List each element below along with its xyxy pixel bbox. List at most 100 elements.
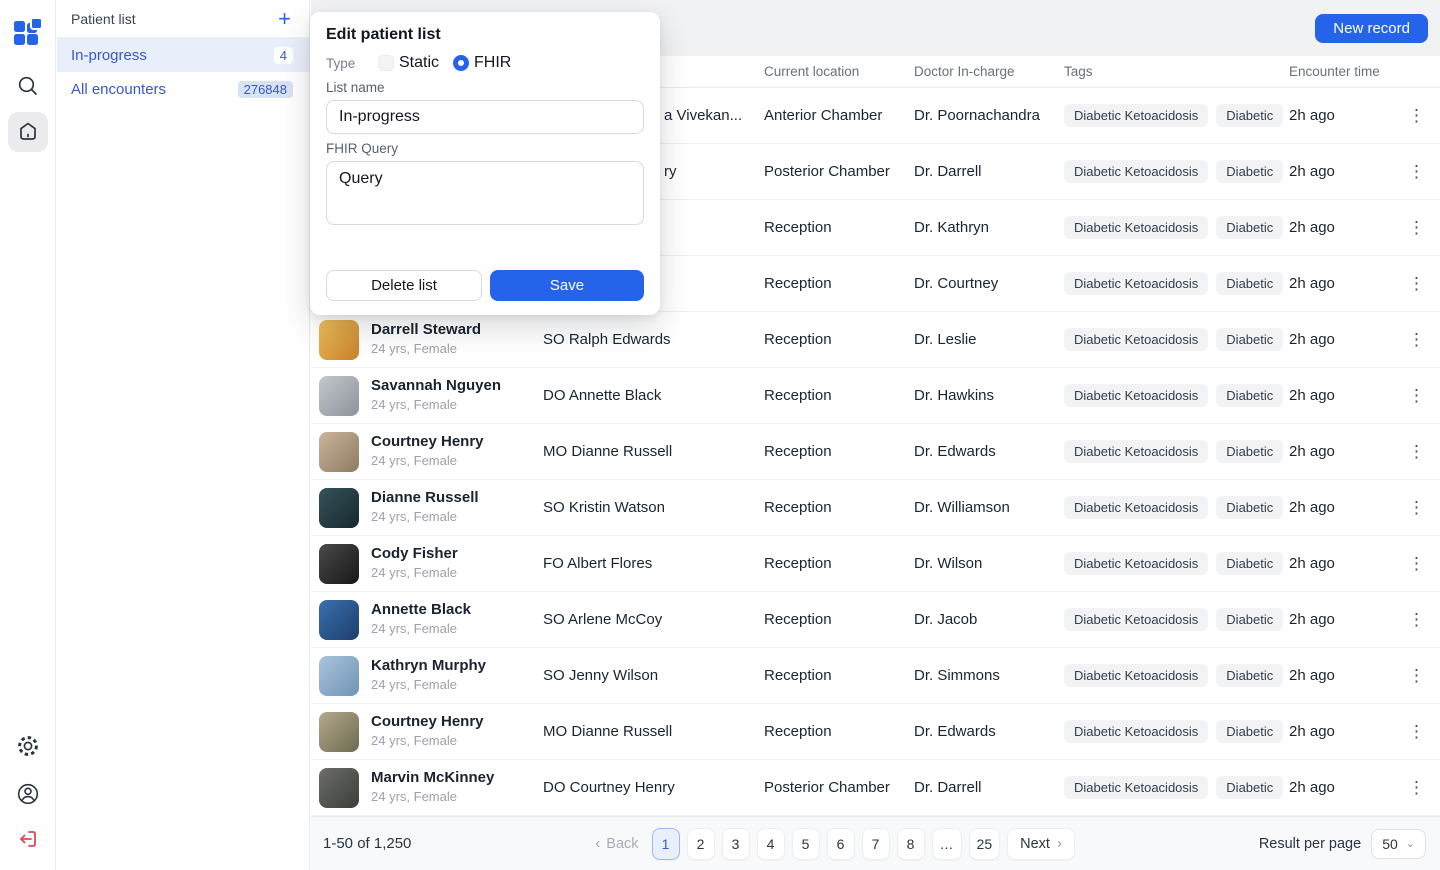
page-size-value: 50	[1382, 836, 1398, 852]
delete-list-button[interactable]: Delete list	[326, 270, 482, 301]
patient-avatar	[319, 656, 359, 696]
patient-list-panel: Patient list + In-progress 4 All encount…	[57, 0, 310, 870]
encounter-cell: SO Ralph Edwards	[543, 331, 764, 348]
new-record-button[interactable]: New record	[1315, 14, 1428, 43]
fhir-radio-option[interactable]: FHIR	[453, 54, 511, 72]
table-row[interactable]: Darrell Steward 24 yrs, Female SO Ralph …	[311, 312, 1440, 368]
settings-gear-icon[interactable]	[8, 726, 48, 766]
tag-chip: Diabetic Ketoacidosis	[1064, 552, 1208, 575]
current-location-cell: Reception	[764, 219, 914, 236]
home-icon[interactable]	[8, 112, 48, 152]
row-kebab-menu-icon[interactable]: ⋮	[1405, 163, 1428, 180]
row-kebab-menu-icon[interactable]: ⋮	[1405, 443, 1428, 460]
row-kebab-menu-icon[interactable]: ⋮	[1405, 275, 1428, 292]
page-button[interactable]: 1	[652, 828, 680, 860]
patient-list-item[interactable]: All encounters 276848	[57, 72, 309, 106]
patient-avatar	[319, 320, 359, 360]
row-kebab-menu-icon[interactable]: ⋮	[1405, 219, 1428, 236]
radio-unchecked-icon[interactable]	[378, 55, 394, 71]
table-row[interactable]: Annette Black 24 yrs, Female SO Arlene M…	[311, 592, 1440, 648]
page-button[interactable]: 7	[862, 828, 890, 860]
patient-name: Darrell Steward	[371, 321, 481, 340]
page-button[interactable]: 3	[722, 828, 750, 860]
current-location-cell: Posterior Chamber	[764, 779, 914, 796]
encounter-time-cell: 2h ago	[1289, 499, 1405, 516]
patient-cell: Marvin McKinney 24 yrs, Female	[319, 768, 543, 808]
list-name-input[interactable]	[326, 100, 644, 134]
row-kebab-menu-icon[interactable]: ⋮	[1405, 667, 1428, 684]
row-kebab-menu-icon[interactable]: ⋮	[1405, 555, 1428, 572]
tags-cell: Diabetic KetoacidosisDiabetic	[1064, 608, 1289, 631]
next-button[interactable]: Next ›	[1007, 828, 1075, 860]
row-kebab-menu-icon[interactable]: ⋮	[1405, 331, 1428, 348]
row-kebab-menu-icon[interactable]: ⋮	[1405, 723, 1428, 740]
doctor-cell: Dr. Leslie	[914, 331, 1064, 348]
patient-identity: Annette Black 24 yrs, Female	[371, 601, 471, 638]
patient-name: Annette Black	[371, 601, 471, 620]
doctor-cell: Dr. Darrell	[914, 779, 1064, 796]
row-kebab-menu-icon[interactable]: ⋮	[1405, 387, 1428, 404]
page-button[interactable]: 8	[897, 828, 925, 860]
fhir-query-textarea[interactable]: Query	[326, 161, 644, 225]
app-logo-icon[interactable]	[10, 14, 46, 50]
patient-name: Courtney Henry	[371, 433, 484, 452]
page-button[interactable]: 2	[687, 828, 715, 860]
encounter-time-cell: 2h ago	[1289, 779, 1405, 796]
column-header-current-location: Current location	[764, 64, 914, 79]
row-kebab-menu-icon[interactable]: ⋮	[1405, 107, 1428, 124]
patient-cell: Cody Fisher 24 yrs, Female	[319, 544, 543, 584]
encounter-cell: FO Albert Flores	[543, 555, 764, 572]
current-location-cell: Reception	[764, 443, 914, 460]
table-row[interactable]: Dianne Russell 24 yrs, Female SO Kristin…	[311, 480, 1440, 536]
back-label: Back	[606, 836, 638, 852]
page-button[interactable]: 25	[969, 828, 1001, 860]
add-list-button[interactable]: +	[276, 8, 293, 30]
doctor-cell: Dr. Jacob	[914, 611, 1064, 628]
current-location-cell: Reception	[764, 387, 914, 404]
row-kebab-menu-icon[interactable]: ⋮	[1405, 779, 1428, 796]
table-row[interactable]: Courtney Henry 24 yrs, Female MO Dianne …	[311, 424, 1440, 480]
patient-list-item-label: In-progress	[71, 47, 147, 64]
row-kebab-menu-icon[interactable]: ⋮	[1405, 611, 1428, 628]
page-button[interactable]: 5	[792, 828, 820, 860]
tag-chip: Diabetic Ketoacidosis	[1064, 496, 1208, 519]
page-button[interactable]: 4	[757, 828, 785, 860]
search-icon[interactable]	[8, 66, 48, 106]
fhir-option-label: FHIR	[474, 54, 511, 72]
tag-chip: Diabetic	[1216, 104, 1283, 127]
patient-avatar	[319, 432, 359, 472]
logout-icon[interactable]	[8, 819, 48, 859]
static-radio-option[interactable]: Static	[378, 54, 439, 72]
profile-icon[interactable]	[8, 774, 48, 814]
table-row[interactable]: Kathryn Murphy 24 yrs, Female SO Jenny W…	[311, 648, 1440, 704]
tag-chip: Diabetic Ketoacidosis	[1064, 776, 1208, 799]
chevron-down-icon: ⌄	[1406, 837, 1415, 850]
patient-cell: Courtney Henry 24 yrs, Female	[319, 432, 543, 472]
save-button[interactable]: Save	[490, 270, 644, 301]
type-label: Type	[326, 56, 378, 71]
table-row[interactable]: Savannah Nguyen 24 yrs, Female DO Annett…	[311, 368, 1440, 424]
results-summary: 1-50 of 1,250	[323, 835, 411, 852]
patient-list-item[interactable]: In-progress 4	[57, 38, 309, 72]
page-button[interactable]: …	[932, 828, 962, 860]
doctor-cell: Dr. Poornachandra	[914, 107, 1064, 124]
back-button[interactable]: ‹ Back	[595, 835, 638, 852]
encounter-time-cell: 2h ago	[1289, 443, 1405, 460]
chevron-left-icon: ‹	[595, 835, 600, 852]
tag-chip: Diabetic Ketoacidosis	[1064, 608, 1208, 631]
radio-checked-icon[interactable]	[453, 55, 469, 71]
result-per-page-group: Result per page 50 ⌄	[1259, 829, 1426, 859]
edit-patient-list-modal: Edit patient list Type Static FHIR List …	[310, 12, 660, 315]
table-row[interactable]: Courtney Henry 24 yrs, Female MO Dianne …	[311, 704, 1440, 760]
table-row[interactable]: Marvin McKinney 24 yrs, Female DO Courtn…	[311, 760, 1440, 816]
doctor-cell: Dr. Wilson	[914, 555, 1064, 572]
tag-chip: Diabetic Ketoacidosis	[1064, 664, 1208, 687]
row-kebab-menu-icon[interactable]: ⋮	[1405, 499, 1428, 516]
patient-avatar	[319, 768, 359, 808]
page-button[interactable]: 6	[827, 828, 855, 860]
current-location-cell: Reception	[764, 611, 914, 628]
tags-cell: Diabetic KetoacidosisDiabetic	[1064, 720, 1289, 743]
page-size-select[interactable]: 50 ⌄	[1371, 829, 1426, 859]
chevron-right-icon: ›	[1057, 835, 1062, 852]
table-row[interactable]: Cody Fisher 24 yrs, Female FO Albert Flo…	[311, 536, 1440, 592]
